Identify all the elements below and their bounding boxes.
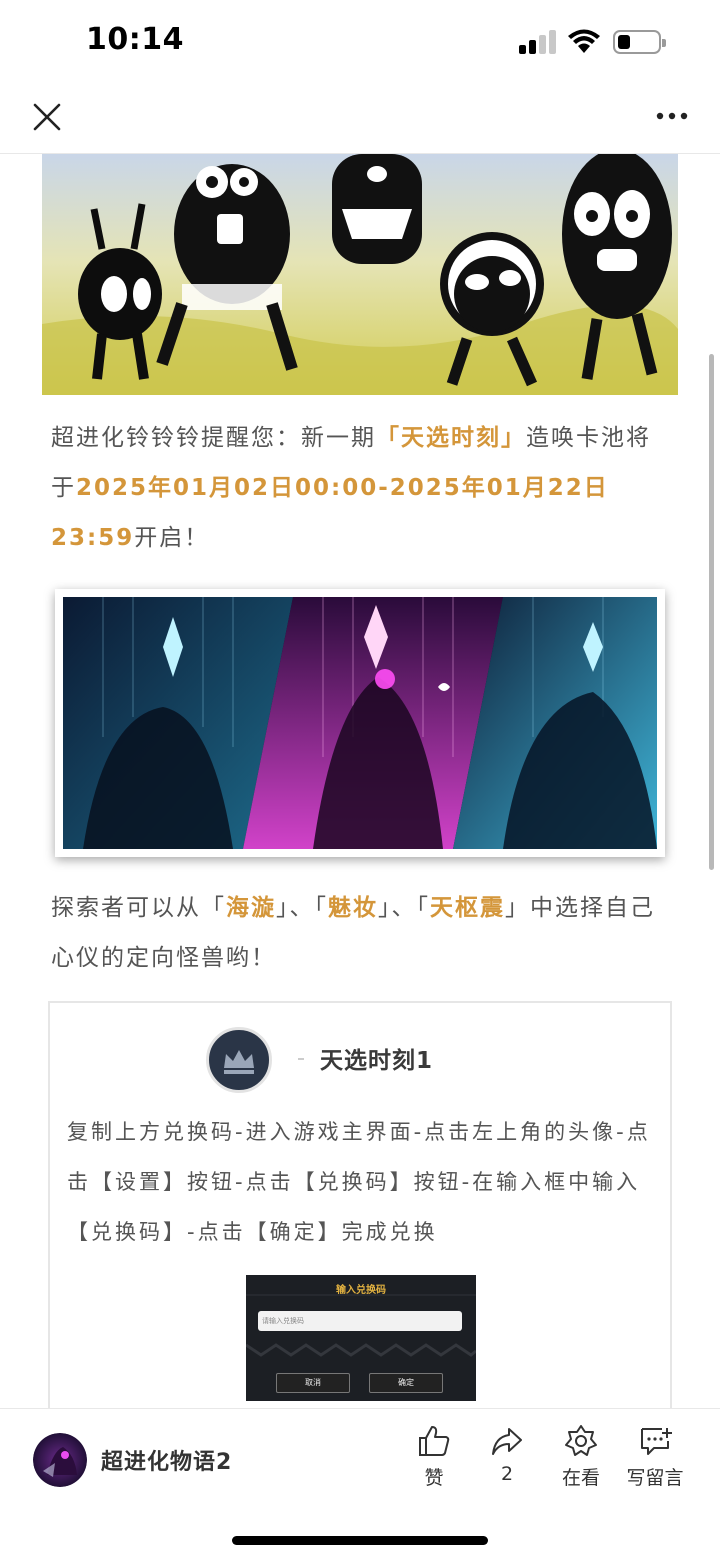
scrollbar[interactable]	[709, 354, 714, 870]
crown-avatar	[206, 1027, 272, 1093]
redeem-code-input: 请输入兑换码	[258, 1311, 462, 1331]
wow-icon	[565, 1425, 597, 1456]
wifi-icon	[568, 29, 600, 53]
wow-label: 在看	[561, 1467, 600, 1489]
choice-text-1: 探索者可以从「	[51, 895, 226, 921]
intro-paragraph: 超进化铃铃铃提醒您：新一期「天选时刻」造唤卡池将于2025年01月02日00:0…	[51, 413, 671, 563]
crown-icon	[224, 1050, 254, 1074]
title-dash	[298, 1058, 304, 1060]
option-tianshuzhen: 天枢震	[430, 895, 505, 921]
status-time: 10:14	[86, 22, 184, 57]
banner-illustration	[63, 597, 657, 849]
redeem-instructions: 复制上方兑换码-进入游戏主界面-点击左上角的头像-点击【设置】按钮-点击【兑换码…	[67, 1120, 651, 1244]
like-label: 赞	[424, 1467, 444, 1489]
close-icon[interactable]	[30, 100, 64, 134]
intro-text-1: 超进化铃铃铃提醒您：新一期	[51, 425, 376, 451]
article-body: 超进化铃铃铃提醒您：新一期「天选时刻」造唤卡池将于2025年01月02日00:0…	[0, 154, 720, 1408]
comment-icon	[641, 1428, 672, 1455]
dialog-confirm-button: 确定	[369, 1373, 443, 1393]
status-bar: 10:14	[0, 0, 720, 80]
choice-paragraph: 探索者可以从「海漩」、「魅妆」、「天枢震」中选择自己心仪的定向怪兽哟！	[51, 883, 671, 983]
comment-button[interactable]: 写留言	[615, 1423, 695, 1493]
thumbs-up-icon	[419, 1426, 450, 1456]
option-meizhuang: 魅妆	[328, 895, 378, 921]
bottom-toolbar: 超进化物语2 赞 2 在看 写留言	[0, 1408, 720, 1558]
nav-bar	[0, 80, 720, 154]
choice-sep-2: 」、「	[378, 895, 430, 921]
more-icon[interactable]	[652, 104, 692, 128]
account-name[interactable]: 超进化物语2	[101, 1444, 232, 1476]
battery-icon	[613, 30, 666, 54]
event-name-highlight: 「天选时刻」	[376, 425, 526, 451]
home-indicator[interactable]	[232, 1536, 488, 1545]
dialog-title: 输入兑换码	[336, 1285, 386, 1296]
intro-text-3: 开启！	[134, 525, 210, 551]
card-title: 天选时刻1	[320, 1048, 434, 1074]
share-count: 2	[500, 1463, 514, 1485]
option-haixuan: 海漩	[226, 895, 276, 921]
choice-sep-1: 」、「	[276, 895, 328, 921]
share-button[interactable]: 2	[467, 1423, 547, 1493]
dialog-cancel-button: 取消	[276, 1373, 350, 1393]
redeem-card: 天选时刻1 复制上方兑换码-进入游戏主界面-点击左上角的头像-点击【设置】按钮-…	[48, 1001, 672, 1408]
cellular-signal-icon	[519, 30, 557, 54]
like-button[interactable]: 赞	[394, 1423, 474, 1493]
banner-frame	[55, 589, 665, 857]
account-avatar[interactable]	[33, 1433, 87, 1487]
share-icon	[492, 1428, 522, 1455]
wow-button[interactable]: 在看	[541, 1423, 621, 1493]
hero-illustration	[42, 154, 678, 395]
redeem-dialog-screenshot: 输入兑换码 请输入兑换码 取消 确定	[246, 1275, 476, 1401]
comment-label: 写留言	[626, 1467, 684, 1489]
